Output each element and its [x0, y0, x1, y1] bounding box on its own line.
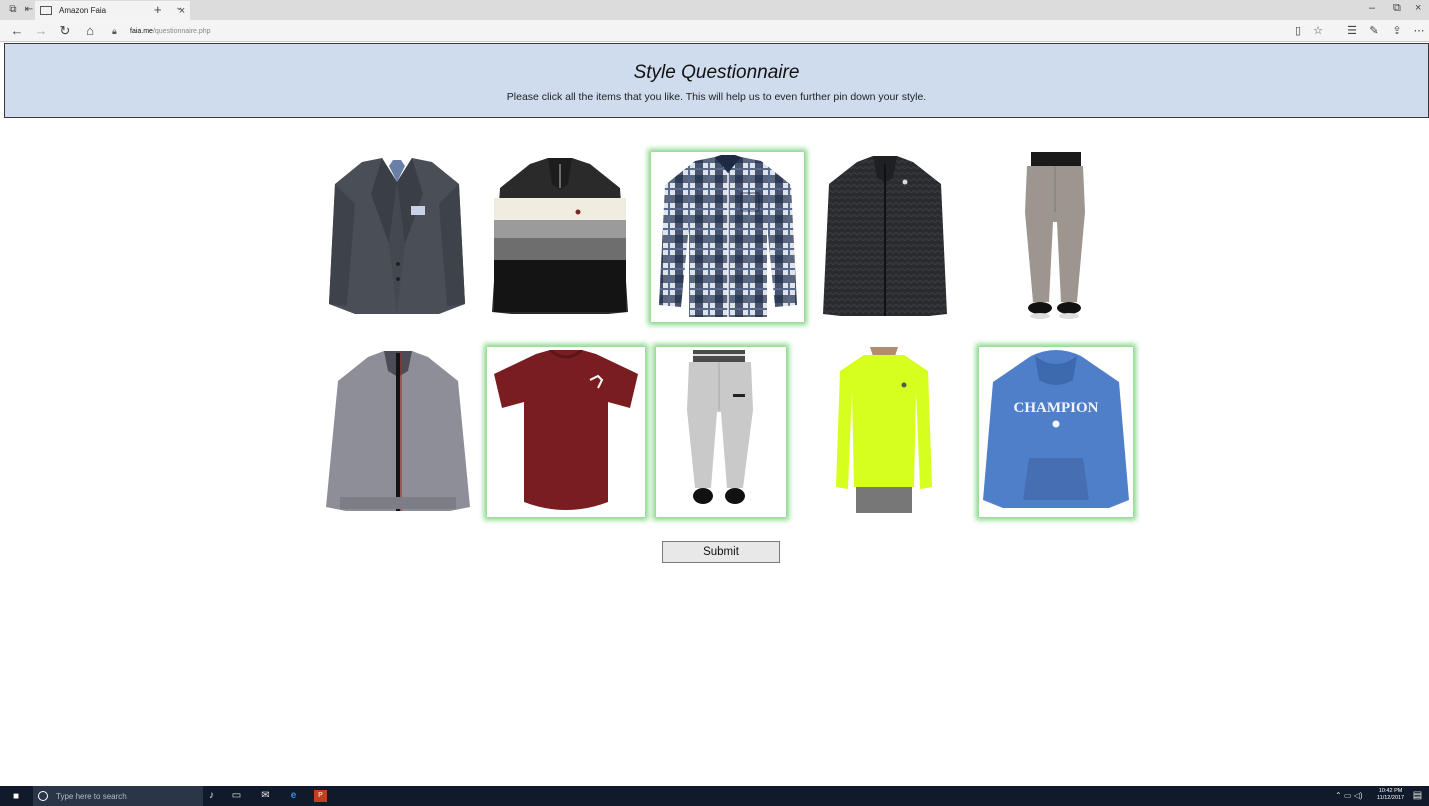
chino-pants-image — [1025, 152, 1085, 319]
champion-hoodie-image: CHAMPION — [983, 350, 1129, 508]
instructions-text: Please click all the items that you like… — [506, 91, 927, 103]
taskbar-clock[interactable]: 10:42 PM 11/12/2017 — [1377, 788, 1404, 802]
url-field[interactable]: 🔒︎ faia.me /questionnaire.php — [112, 23, 1282, 39]
more-icon[interactable]: ⋯ — [1411, 23, 1427, 39]
reading-view-icon[interactable]: ▯ — [1290, 23, 1306, 39]
address-bar: ← → ↻ ⌂ 🔒︎ faia.me /questionnaire.php ▯ … — [0, 20, 1429, 42]
system-tray-icons[interactable]: ⌃ ▭ ◁) — [1335, 791, 1363, 800]
item-card-puma-tshirt[interactable] — [487, 347, 645, 517]
taskbar-search-placeholder: Type here to search — [56, 791, 127, 801]
item-card-chino-pants[interactable] — [1005, 152, 1105, 322]
plaid-shirt-image — [658, 155, 797, 317]
item-card-neon-shirt[interactable] — [834, 347, 934, 515]
taskbar-search-box[interactable]: Type here to search — [33, 786, 203, 806]
new-tab-icon[interactable]: + — [154, 2, 162, 17]
striped-sweater-image — [491, 157, 628, 314]
task-view-icon[interactable]: ▭ — [230, 790, 243, 802]
tab-actions-icon[interactable]: ⧉ — [7, 4, 19, 15]
clock-time: 10:42 PM — [1378, 788, 1403, 794]
chevron-down-icon[interactable]: ⌄ — [175, 2, 183, 13]
knit-cardigan-image — [822, 155, 947, 316]
browser-tab-bar: ⧉ ⇤ Amazon Faia × + ⌄ – ⧉ × — [0, 0, 1429, 20]
browser-tab[interactable]: Amazon Faia × — [35, 1, 190, 20]
favorite-star-icon[interactable]: ☆ — [1310, 23, 1326, 39]
puma-tshirt-image — [494, 350, 638, 510]
jogger-pants-image — [687, 350, 753, 504]
powerpoint-icon[interactable]: P — [314, 790, 327, 802]
minimize-icon[interactable]: – — [1369, 2, 1375, 14]
back-icon[interactable]: ← — [9, 23, 25, 39]
page-icon — [40, 6, 52, 15]
hoodie-brand-text: CHAMPION — [1014, 400, 1099, 416]
microphone-icon[interactable]: ♪ — [205, 790, 218, 802]
restore-icon[interactable]: ⧉ — [1393, 2, 1401, 15]
item-card-track-jacket[interactable] — [323, 347, 473, 515]
home-icon[interactable]: ⌂ — [82, 23, 98, 39]
neon-shirt-image — [836, 347, 932, 513]
favorites-hub-icon[interactable]: ☰ — [1344, 23, 1360, 39]
lock-icon: 🔒︎ — [112, 25, 117, 36]
item-card-striped-sweater[interactable] — [486, 152, 633, 320]
item-card-blazer[interactable] — [323, 152, 470, 320]
item-card-knit-cardigan[interactable] — [818, 152, 951, 320]
item-card-champion-hoodie[interactable]: CHAMPION — [979, 347, 1133, 517]
url-path: /questionnaire.php — [152, 27, 211, 35]
url-host: faia.me — [130, 27, 153, 35]
windows-taskbar: ■ Type here to search ♪ ▭ ✉ e P ⌃ ▭ ◁) 1… — [0, 786, 1429, 806]
questionnaire-header: Style Questionnaire Please click all the… — [4, 43, 1429, 118]
forward-icon[interactable]: → — [33, 23, 49, 39]
track-jacket-image — [326, 350, 470, 511]
mail-icon[interactable]: ✉ — [259, 790, 272, 802]
refresh-icon[interactable]: ↻ — [57, 23, 73, 39]
item-card-jogger-pants[interactable] — [656, 347, 786, 517]
edge-browser-icon[interactable]: e — [287, 790, 300, 802]
item-card-plaid-shirt[interactable] — [651, 152, 804, 322]
set-tabs-aside-icon[interactable]: ⇤ — [23, 4, 35, 15]
blazer-image — [328, 157, 465, 314]
windows-start-icon[interactable]: ■ — [13, 791, 19, 802]
page-title: Style Questionnaire — [633, 62, 800, 83]
cortana-icon — [38, 791, 48, 801]
web-note-icon[interactable]: ✎ — [1366, 23, 1382, 39]
submit-button[interactable]: Submit — [662, 541, 780, 563]
share-icon[interactable]: ⇪ — [1389, 23, 1405, 39]
action-center-icon[interactable]: ▤ — [1411, 790, 1424, 802]
close-window-icon[interactable]: × — [1415, 2, 1421, 14]
clock-date: 11/12/2017 — [1377, 795, 1405, 801]
